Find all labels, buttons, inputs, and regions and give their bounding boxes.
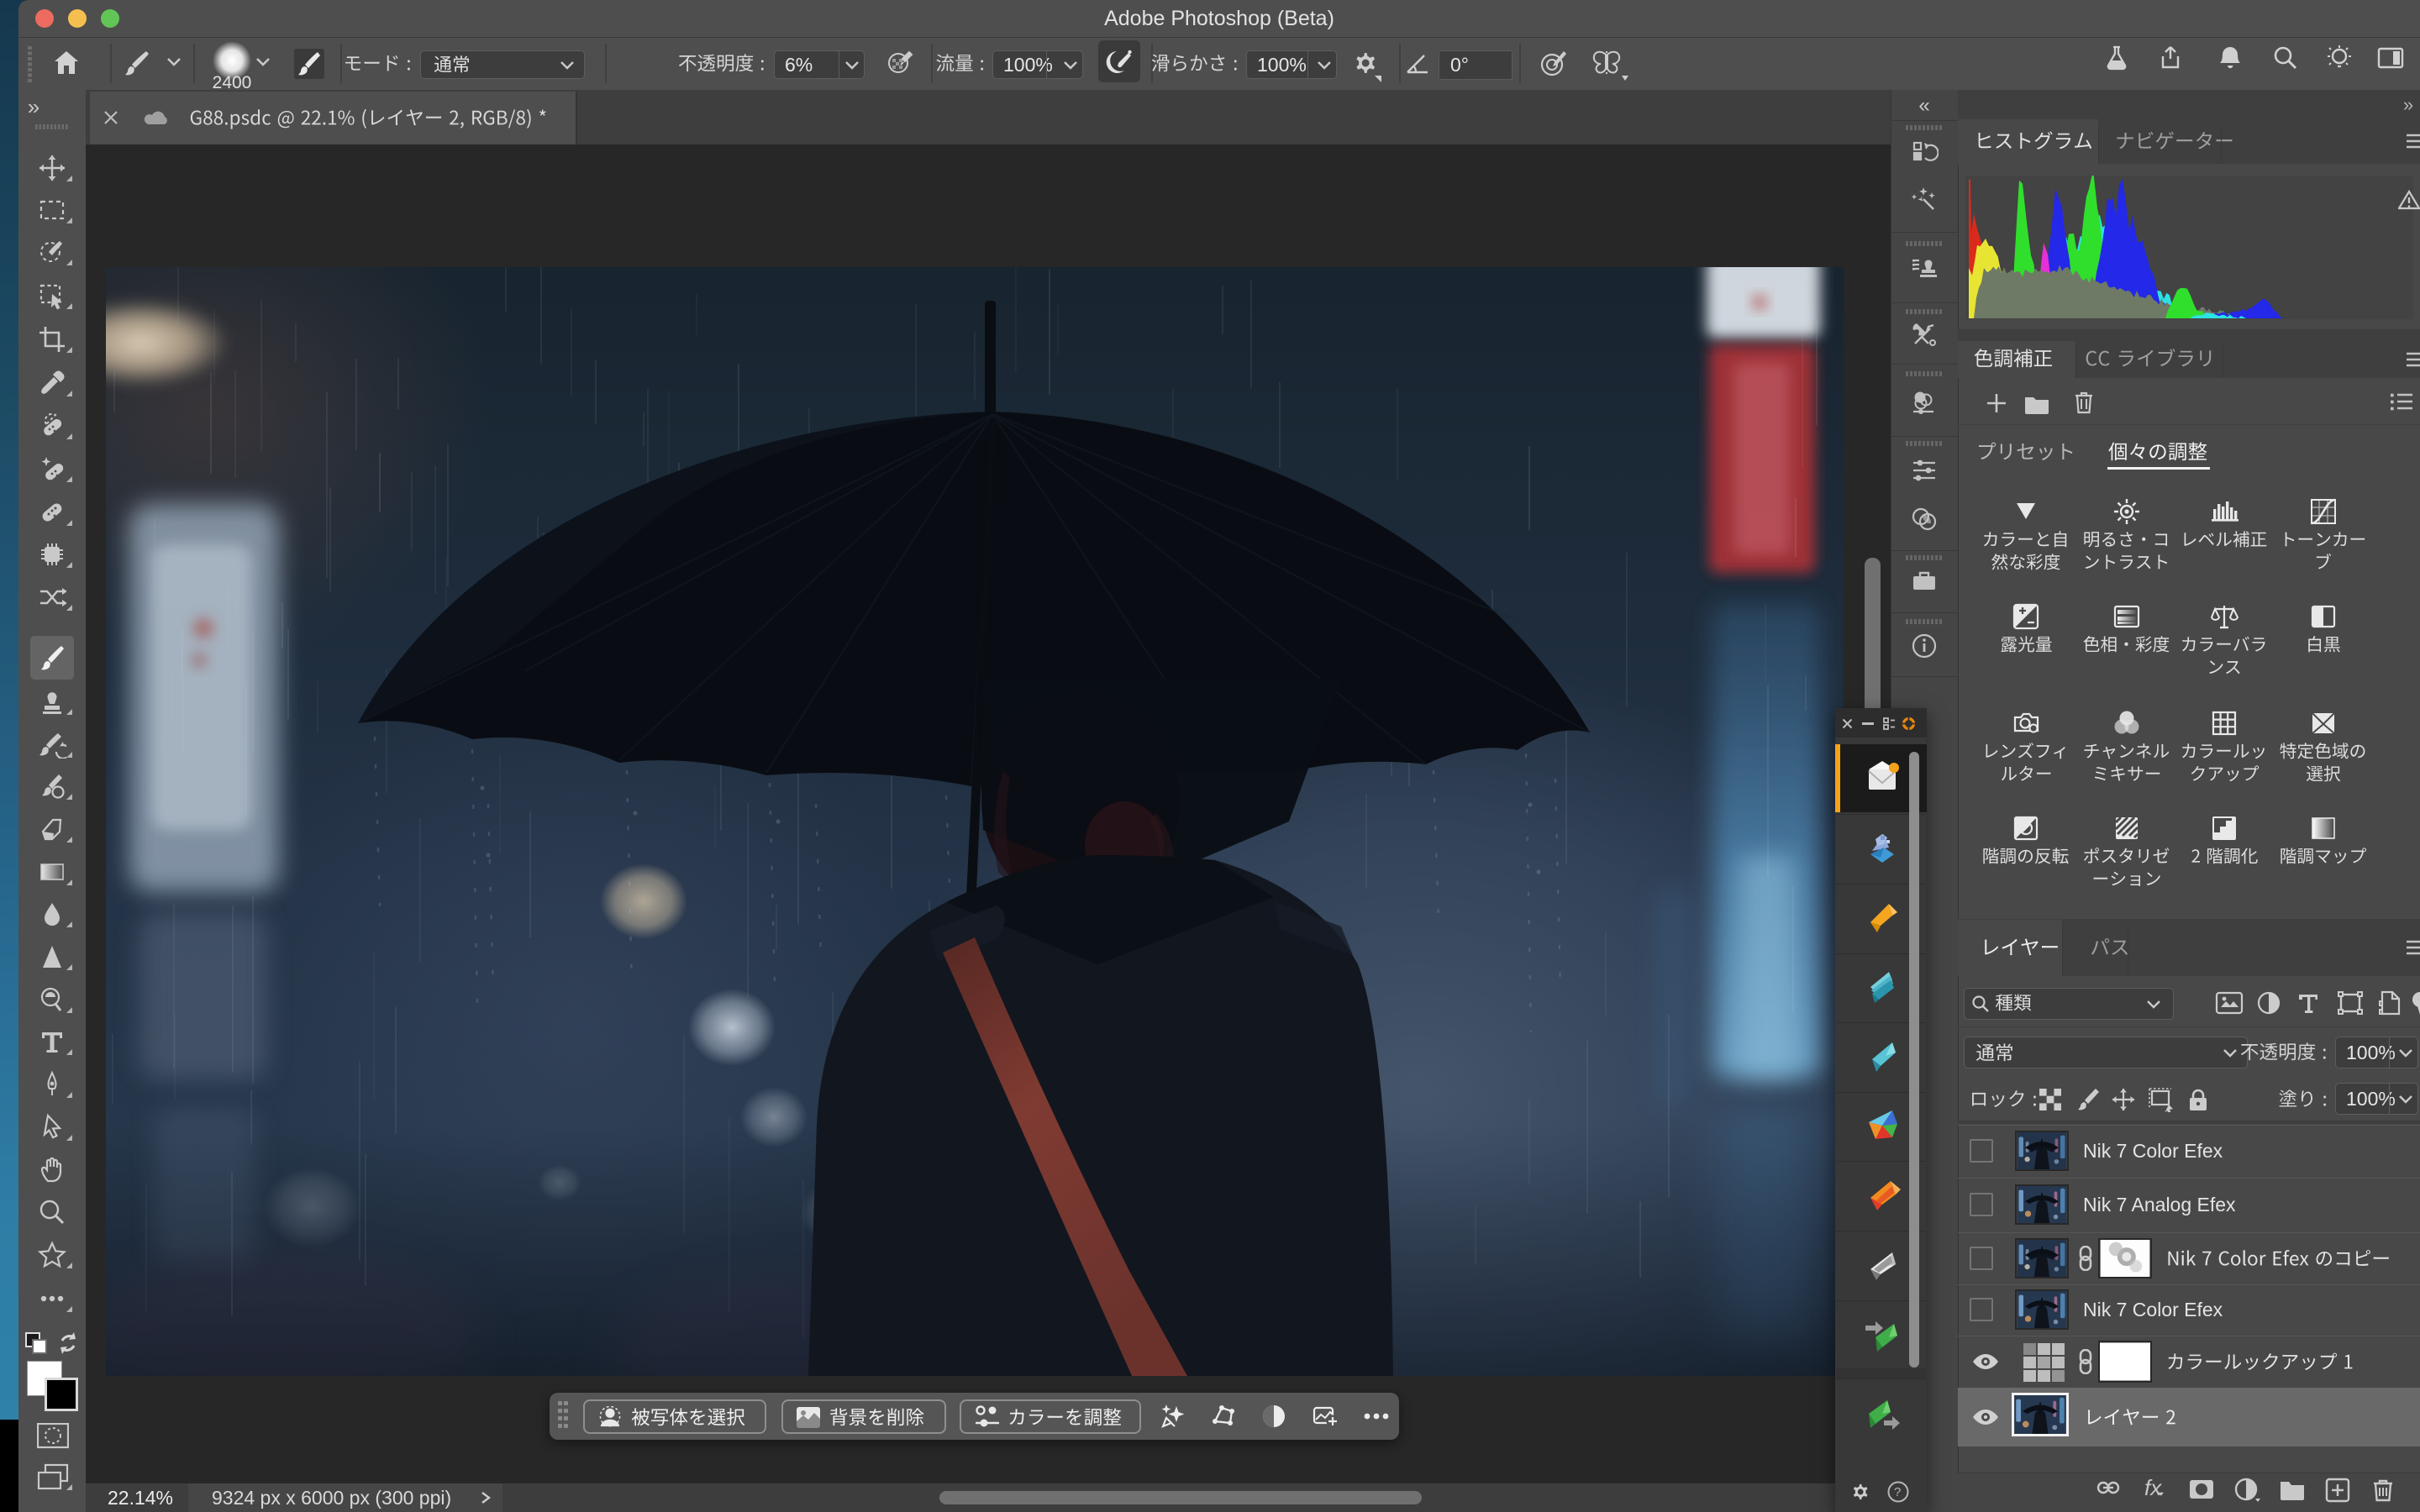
svg-text:?: ? — [1894, 1485, 1901, 1499]
svg-text:fx: fx — [2144, 1477, 2162, 1500]
